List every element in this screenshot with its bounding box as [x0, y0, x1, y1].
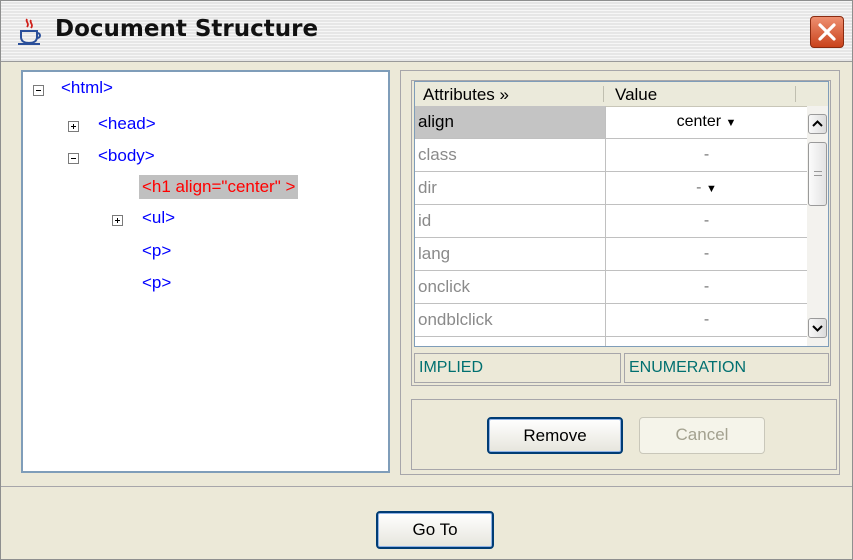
- scroll-thumb[interactable]: [808, 142, 827, 206]
- expand-icon[interactable]: [68, 121, 79, 132]
- attribute-name: lang: [415, 238, 606, 270]
- tree-node-head[interactable]: <head>: [98, 114, 156, 134]
- java-cup-icon: [18, 18, 41, 45]
- table-row[interactable]: align center ▼: [415, 106, 807, 139]
- attribute-name: align: [415, 106, 606, 138]
- table-row[interactable]: [415, 337, 807, 346]
- dropdown-arrow-icon: ▼: [705, 183, 717, 195]
- tree-node-body[interactable]: <body>: [98, 146, 155, 166]
- tree-node-h1-selected[interactable]: <h1 align="center" >: [139, 175, 299, 199]
- table-header: Attributes » Value: [415, 82, 828, 107]
- tree-node-p[interactable]: <p>: [142, 273, 171, 293]
- attribute-name: class: [415, 139, 606, 171]
- collapse-icon[interactable]: [68, 153, 79, 164]
- expand-icon[interactable]: [112, 215, 123, 226]
- column-divider[interactable]: [603, 86, 604, 102]
- cancel-button[interactable]: Cancel: [639, 417, 765, 454]
- attribute-value-dropdown[interactable]: - ▼: [606, 172, 807, 204]
- document-structure-dialog: Document Structure <html> <head> <body> …: [0, 0, 853, 560]
- attribute-value[interactable]: -: [606, 304, 807, 336]
- table-row[interactable]: class -: [415, 139, 807, 172]
- table-row[interactable]: ondblclick -: [415, 304, 807, 337]
- column-divider[interactable]: [795, 86, 796, 102]
- button-group: [411, 399, 837, 470]
- table-row[interactable]: onclick -: [415, 271, 807, 304]
- attribute-value-dropdown[interactable]: center ▼: [606, 106, 807, 138]
- remove-button[interactable]: Remove: [487, 417, 623, 454]
- go-to-button[interactable]: Go To: [376, 511, 494, 549]
- attribute-value[interactable]: -: [606, 271, 807, 303]
- attribute-value: -: [696, 179, 702, 196]
- vertical-scrollbar[interactable]: [807, 106, 828, 346]
- dropdown-arrow-icon: ▼: [725, 117, 737, 129]
- close-icon: [818, 23, 836, 41]
- document-tree[interactable]: <html> <head> <body> <h1 align="center" …: [21, 70, 390, 473]
- divider: [1, 486, 852, 487]
- attribute-name: id: [415, 205, 606, 237]
- header-attributes[interactable]: Attributes »: [423, 85, 509, 105]
- attribute-name: onclick: [415, 271, 606, 303]
- attribute-name: dir: [415, 172, 606, 204]
- collapse-icon[interactable]: [33, 85, 44, 96]
- scroll-up-button[interactable]: [808, 114, 827, 134]
- attributes-table[interactable]: Attributes » Value align center ▼ class …: [414, 81, 829, 347]
- table-row[interactable]: id -: [415, 205, 807, 238]
- tree-node-ul[interactable]: <ul>: [142, 208, 175, 228]
- status-enumeration: ENUMERATION: [624, 353, 829, 383]
- attribute-value: center: [676, 113, 722, 130]
- header-value[interactable]: Value: [615, 85, 657, 105]
- chevron-up-icon: [812, 120, 823, 127]
- title-bar[interactable]: Document Structure: [1, 1, 852, 62]
- attribute-name: ondblclick: [415, 304, 606, 336]
- tree-node-html[interactable]: <html>: [61, 78, 113, 98]
- chevron-down-icon: [812, 325, 823, 332]
- attribute-value[interactable]: -: [606, 139, 807, 171]
- window-title: Document Structure: [55, 16, 319, 42]
- attribute-value[interactable]: [606, 337, 807, 346]
- attribute-value[interactable]: -: [606, 238, 807, 270]
- close-button[interactable]: [810, 16, 844, 48]
- table-row[interactable]: dir - ▼: [415, 172, 807, 205]
- scroll-down-button[interactable]: [808, 318, 827, 338]
- attribute-value[interactable]: -: [606, 205, 807, 237]
- status-implied: IMPLIED: [414, 353, 621, 383]
- table-row[interactable]: lang -: [415, 238, 807, 271]
- attribute-name: [415, 337, 606, 346]
- tree-node-p[interactable]: <p>: [142, 241, 171, 261]
